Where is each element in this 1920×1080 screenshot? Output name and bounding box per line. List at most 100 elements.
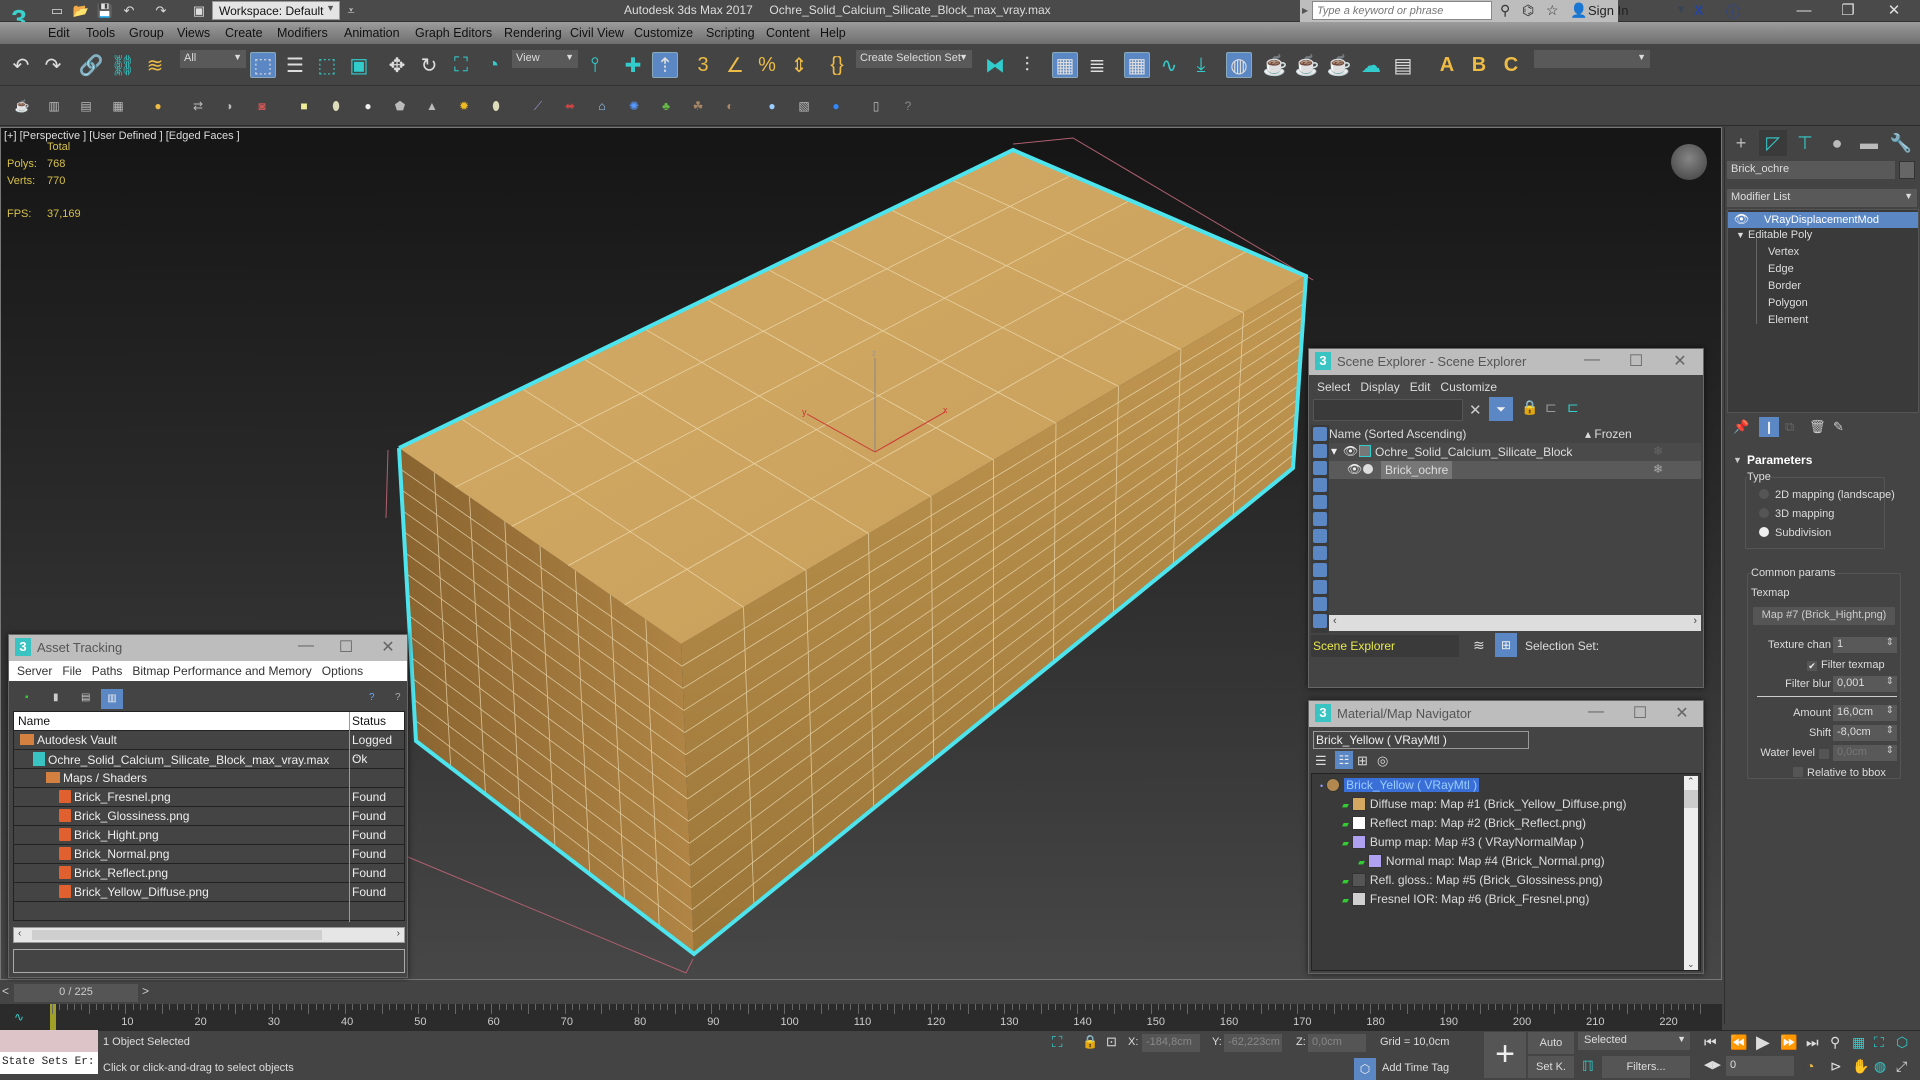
vray-light-dome-icon[interactable]: ⬮ bbox=[328, 98, 344, 114]
time-slider-thumb[interactable]: 0 / 225 bbox=[14, 984, 138, 1002]
filter-blur-spinner[interactable]: 0,001 bbox=[1833, 676, 1897, 692]
expand-hierarchy-icon[interactable]: ⊏ bbox=[1567, 399, 1579, 416]
a360-render-b-icon[interactable]: B bbox=[1466, 52, 1492, 78]
rotate-icon[interactable]: ↻ bbox=[416, 52, 442, 78]
asset-row[interactable]: Brick_Reflect.png Found bbox=[14, 864, 404, 883]
undo-icon[interactable]: ↶ bbox=[120, 3, 138, 19]
stack-item-element[interactable]: Element bbox=[1768, 314, 1808, 326]
create-tab-icon[interactable]: + bbox=[1727, 130, 1755, 156]
a360-render-c-icon[interactable]: C bbox=[1498, 52, 1524, 78]
vray-sky-icon[interactable]: ⬮ bbox=[488, 98, 504, 114]
curve-editor-icon[interactable]: ∿ bbox=[1156, 52, 1182, 78]
view-list-icon[interactable]: ☰ bbox=[1315, 753, 1327, 769]
vray-mesh-export-icon[interactable]: ◗ bbox=[222, 98, 238, 114]
expand-arrow-icon[interactable]: ▾ bbox=[1331, 444, 1337, 458]
radio-2d-mapping[interactable]: 2D mapping (landscape) bbox=[1759, 489, 1895, 501]
track-bar[interactable]: ∿ 01020304050607080901001101201301401501… bbox=[0, 1004, 1722, 1030]
search-input[interactable]: Type a keyword or phrase bbox=[1312, 1, 1492, 20]
open-file-icon[interactable]: 📂 bbox=[72, 3, 90, 19]
asset-path-field[interactable] bbox=[13, 949, 405, 973]
reference-coordinate-dropdown[interactable]: View ▼ bbox=[512, 50, 578, 68]
minimize-button[interactable]: — bbox=[291, 637, 321, 655]
current-frame-marker[interactable] bbox=[50, 1004, 56, 1030]
maxscript-mini-listener[interactable]: State Sets Er: bbox=[0, 1052, 98, 1074]
align-icon[interactable]: ⫶ bbox=[1014, 52, 1040, 78]
material-tree-item[interactable]: ▰ Normal map: Map #4 (Brick_Normal.png) bbox=[1358, 854, 1605, 872]
frozen-icon[interactable]: ❄ bbox=[1653, 462, 1663, 476]
asset-row[interactable]: Brick_Fresnel.png Found bbox=[14, 788, 404, 807]
asset-tracking-titlebar[interactable]: 3 Asset Tracking — ☐ ✕ bbox=[9, 635, 407, 661]
horizontal-scrollbar[interactable]: ‹ › bbox=[13, 927, 405, 943]
clear-search-icon[interactable]: ✕ bbox=[1469, 401, 1482, 419]
material-tree-item[interactable]: ▰ Refl. gloss.: Map #5 (Brick_Glossiness.… bbox=[1342, 873, 1603, 891]
menu-options[interactable]: Options bbox=[322, 664, 363, 678]
display-cameras-icon[interactable] bbox=[1313, 495, 1327, 509]
go-to-start-icon[interactable]: ⏮ bbox=[1704, 1034, 1717, 1051]
menu-bitmap-performance[interactable]: Bitmap Performance and Memory bbox=[132, 664, 311, 678]
favorites-star-icon[interactable]: ☆ bbox=[1546, 2, 1559, 19]
filter-texmap-checkbox[interactable]: ✔ Filter texmap bbox=[1807, 659, 1885, 671]
key-filters-button[interactable]: Filters... bbox=[1602, 1056, 1690, 1078]
undo-icon[interactable]: ↶ bbox=[8, 52, 34, 78]
scene-search-input[interactable] bbox=[1313, 399, 1463, 421]
scroll-up-icon[interactable]: ⌃ bbox=[1687, 776, 1695, 787]
material-tree-item[interactable]: • Brick_Yellow ( VRayMtl ) bbox=[1320, 778, 1480, 796]
vray-camera-icon[interactable]: ◙ bbox=[254, 98, 270, 114]
exchange-apps-icon[interactable]: X bbox=[1694, 2, 1703, 18]
asset-row[interactable]: Brick_Normal.png Found bbox=[14, 845, 404, 864]
key-mode-toggle-icon[interactable]: ◀▶ bbox=[1704, 1058, 1721, 1071]
modify-tab-icon[interactable]: ◸ bbox=[1759, 130, 1787, 156]
menu-content[interactable]: Content bbox=[766, 26, 810, 40]
asset-row[interactable]: Brick_Hight.png Found bbox=[14, 826, 404, 845]
communication-center-icon[interactable]: ⌬ bbox=[1522, 2, 1534, 19]
menu-help[interactable]: Help bbox=[820, 26, 846, 40]
display-none-icon[interactable] bbox=[1313, 427, 1327, 441]
list-view-icon[interactable]: ▮ bbox=[53, 692, 59, 703]
current-frame-field[interactable]: 0 bbox=[1726, 1056, 1794, 1076]
vray-metaball-icon[interactable]: ☘ bbox=[690, 98, 706, 114]
vray-light-plane-icon[interactable]: ■ bbox=[296, 98, 312, 114]
details-view-icon[interactable]: ▤ bbox=[81, 692, 90, 703]
play-icon[interactable]: ▶ bbox=[1756, 1032, 1770, 1053]
render-cloud-icon[interactable]: ☁ bbox=[1358, 52, 1384, 78]
vray-settings-icon[interactable]: ▦ bbox=[110, 98, 126, 114]
time-slider[interactable]: < 0 / 225 > bbox=[0, 982, 1722, 1004]
binoculars-icon[interactable]: ⚲ bbox=[1500, 2, 1510, 19]
frozen-icon[interactable]: ❄ bbox=[1653, 444, 1663, 458]
next-frame-button[interactable]: > bbox=[142, 984, 154, 1002]
selection-region-icon[interactable]: ⬚ bbox=[314, 52, 340, 78]
maximize-button[interactable]: ☐ bbox=[1621, 351, 1651, 371]
maximize-button[interactable]: ☐ bbox=[331, 637, 361, 657]
new-file-icon[interactable]: ▭ bbox=[48, 3, 66, 19]
lock-icon[interactable]: 🔒 bbox=[1521, 399, 1538, 416]
scroll-left-icon[interactable]: ‹ bbox=[18, 928, 21, 939]
sign-in-button[interactable]: Sign In bbox=[1588, 3, 1628, 18]
scrollbar-thumb[interactable] bbox=[1684, 790, 1698, 808]
eye-icon[interactable]: 👁 bbox=[1734, 212, 1749, 226]
edit-named-selection-icon[interactable]: {} bbox=[824, 52, 850, 78]
material-tree-item[interactable]: ▰ Reflect map: Map #2 (Brick_Reflect.png) bbox=[1342, 816, 1586, 834]
column-divider[interactable] bbox=[349, 712, 350, 922]
previous-frame-button[interactable]: < bbox=[2, 984, 14, 1002]
menu-graph-editors[interactable]: Graph Editors bbox=[415, 26, 492, 40]
material-navigator-titlebar[interactable]: 3 Material/Map Navigator — ☐ ✕ bbox=[1309, 701, 1703, 727]
maximize-viewport-icon[interactable]: ⤢ bbox=[1896, 1058, 1907, 1075]
close-button[interactable]: ✕ bbox=[1665, 351, 1695, 371]
select-manipulate-icon[interactable]: ✚ bbox=[620, 52, 646, 78]
relative-to-bbox-checkbox[interactable]: Relative to bbox bbox=[1793, 767, 1886, 779]
zoom-icon[interactable]: ⚲ bbox=[1830, 1034, 1840, 1051]
column-status[interactable]: Status bbox=[352, 714, 386, 728]
close-button[interactable]: ✕ bbox=[1667, 703, 1697, 723]
toggle-ribbon-icon[interactable]: ▦ bbox=[1124, 52, 1150, 78]
default-in-out-tangent-icon[interactable]: ℿ bbox=[1582, 1058, 1594, 1075]
asset-row[interactable]: Ochre_Solid_Calcium_Silicate_Block_max_v… bbox=[14, 750, 404, 769]
vray-proxy-icon[interactable]: ⟋ bbox=[530, 98, 546, 114]
radio-subdivision[interactable]: Subdivision bbox=[1759, 527, 1831, 539]
redo-icon[interactable]: ↷ bbox=[40, 52, 66, 78]
key-filter-dropdown[interactable]: Selected ▼ bbox=[1578, 1032, 1690, 1050]
expand-search-icon[interactable]: ▶ bbox=[1302, 6, 1308, 15]
menu-animation[interactable]: Animation bbox=[344, 26, 400, 40]
show-end-result-icon[interactable]: ❙ bbox=[1759, 417, 1779, 437]
window-crossing-icon[interactable]: ▣ bbox=[346, 52, 372, 78]
display-groups-icon[interactable] bbox=[1313, 546, 1327, 560]
